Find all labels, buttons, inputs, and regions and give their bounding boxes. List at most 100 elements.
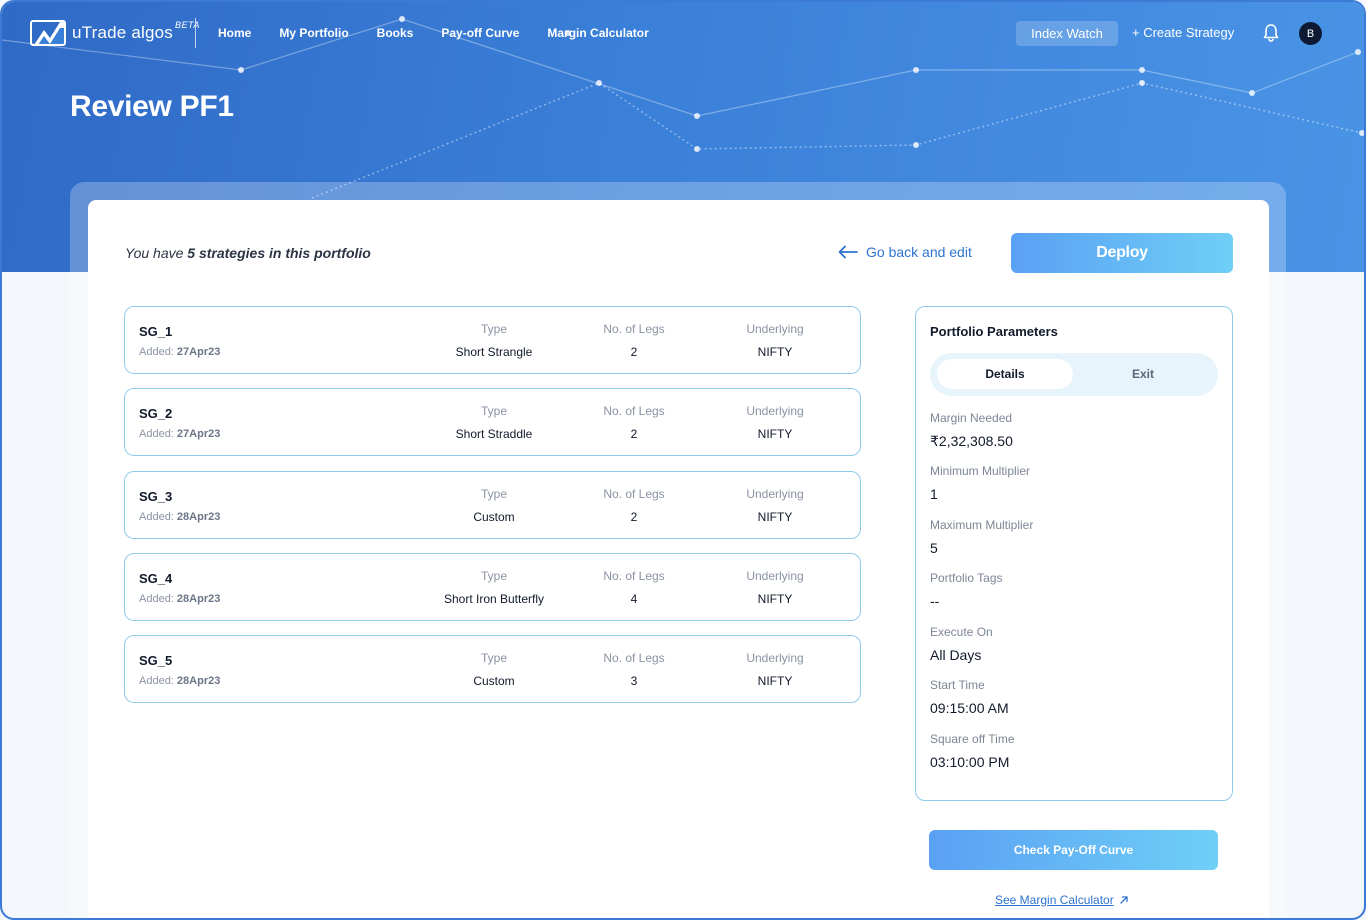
create-strategy-link[interactable]: + Create Strategy [1132, 25, 1234, 40]
legs-value: 4 [630, 592, 638, 606]
strategy-legs: No. of Legs 3 [583, 651, 685, 688]
nav-link-home[interactable]: Home [218, 26, 251, 40]
strategy-underlying: Underlying NIFTY [723, 651, 827, 688]
underlying-value: NIFTY [757, 427, 793, 441]
underlying-label: Underlying [746, 651, 804, 665]
check-payoff-curve-button[interactable]: Check Pay-Off Curve [929, 830, 1218, 870]
legs-label: No. of Legs [603, 404, 665, 418]
param-margin-needed: Margin Needed ₹2,32,308.50 [930, 411, 1013, 450]
nav-link-margin-calculator[interactable]: Margin Calculator [547, 26, 648, 40]
underlying-value: NIFTY [757, 674, 793, 688]
strategy-name: SG_4 [139, 571, 173, 586]
param-value: 09:15:00 AM [930, 700, 1009, 716]
type-value: Short Iron Butterfly [443, 592, 545, 606]
param-label: Margin Needed [930, 411, 1013, 425]
added-date: 28Apr23 [176, 675, 221, 687]
summary-prefix: You have [125, 245, 188, 261]
param-label: Square off Time [930, 732, 1015, 746]
legs-label: No. of Legs [603, 487, 665, 501]
tab-details[interactable]: Details [937, 359, 1073, 389]
review-card: You have 5 strategies in this portfolio … [88, 200, 1269, 918]
nav-links: Home My Portfolio Books Pay-off Curve Ma… [218, 26, 677, 40]
strategy-name: SG_5 [139, 653, 173, 668]
strategy-card[interactable]: SG_4 Added: 28Apr23 Type Short Iron Butte… [124, 553, 861, 621]
strategy-added-date: Added: 28Apr23 [139, 675, 220, 687]
strategy-underlying: Underlying NIFTY [723, 322, 827, 359]
strategy-underlying: Underlying NIFTY [723, 404, 827, 441]
logo-icon [30, 20, 66, 46]
legs-value: 2 [630, 510, 638, 524]
strategy-type: Type Short Iron Butterfly [429, 569, 559, 606]
strategy-summary: You have 5 strategies in this portfolio [125, 245, 371, 261]
strategy-name: SG_1 [139, 324, 173, 339]
tab-exit[interactable]: Exit [1075, 359, 1211, 389]
bell-icon[interactable] [1261, 23, 1281, 43]
brand-logo[interactable]: uTrade algos BETA [30, 20, 200, 46]
type-label: Type [480, 322, 507, 336]
legs-label: No. of Legs [603, 569, 665, 583]
added-prefix: Added: [139, 675, 177, 687]
strategy-legs: No. of Legs 2 [583, 404, 685, 441]
underlying-value: NIFTY [757, 510, 793, 524]
underlying-value: NIFTY [757, 592, 793, 606]
type-label: Type [480, 569, 507, 583]
underlying-value: NIFTY [757, 345, 793, 359]
go-back-edit-label: Go back and edit [866, 244, 972, 260]
param-value: All Days [930, 647, 982, 663]
param-minimum-multiplier: Minimum Multiplier 1 [930, 464, 1030, 502]
added-prefix: Added: [139, 511, 177, 523]
added-prefix: Added: [139, 346, 177, 358]
external-link-icon [1120, 896, 1128, 904]
type-label: Type [480, 487, 507, 501]
type-label: Type [480, 404, 507, 418]
nav-link-payoff-curve[interactable]: Pay-off Curve [441, 26, 519, 40]
param-label: Portfolio Tags [930, 571, 1003, 585]
strategy-underlying: Underlying NIFTY [723, 487, 827, 524]
strategy-legs: No. of Legs 2 [583, 322, 685, 359]
portfolio-parameters-panel: Portfolio Parameters Details Exit Margin… [915, 306, 1233, 801]
index-watch-button[interactable]: Index Watch [1016, 21, 1118, 46]
legs-label: No. of Legs [603, 322, 665, 336]
params-title: Portfolio Parameters [930, 324, 1058, 339]
type-value: Short Strangle [455, 345, 533, 359]
strategy-name: SG_2 [139, 406, 173, 421]
param-execute-on: Execute On All Days [930, 625, 993, 663]
added-date: 28Apr23 [176, 593, 221, 605]
strategy-card[interactable]: SG_2 Added: 27Apr23 Type Short Straddle N… [124, 388, 861, 456]
added-date: 28Apr23 [176, 511, 221, 523]
margin-calculator-label: See Margin Calculator [995, 893, 1114, 907]
logo-text: uTrade algos [72, 23, 173, 42]
added-prefix: Added: [139, 428, 177, 440]
margin-calculator-link[interactable]: See Margin Calculator [995, 893, 1130, 907]
strategy-name: SG_3 [139, 489, 173, 504]
strategy-underlying: Underlying NIFTY [723, 569, 827, 606]
summary-count: 5 strategies in this portfolio [187, 245, 371, 261]
param-maximum-multiplier: Maximum Multiplier 5 [930, 518, 1033, 556]
strategy-type: Type Short Straddle [429, 404, 559, 441]
strategy-type: Type Short Strangle [429, 322, 559, 359]
param-label: Start Time [930, 678, 985, 692]
nav-link-books[interactable]: Books [377, 26, 414, 40]
param-label: Minimum Multiplier [930, 464, 1031, 478]
strategy-card[interactable]: SG_5 Added: 28Apr23 Type Custom No. of Le… [124, 635, 861, 703]
strategy-legs: No. of Legs 4 [583, 569, 685, 606]
strategy-type: Type Custom [429, 487, 559, 524]
param-start-time: Start Time 09:15:00 AM [930, 678, 1009, 716]
type-label: Type [480, 651, 507, 665]
nav-link-my-portfolio[interactable]: My Portfolio [279, 26, 348, 40]
param-value: 5 [930, 540, 938, 556]
go-back-edit-link[interactable]: Go back and edit [838, 244, 972, 260]
type-value: Custom [473, 674, 515, 688]
type-value: Custom [473, 510, 515, 524]
underlying-label: Underlying [746, 569, 804, 583]
legs-value: 3 [630, 674, 638, 688]
deploy-button[interactable]: Deploy [1011, 233, 1233, 273]
page-title: Review PF1 [70, 90, 234, 123]
strategy-added-date: Added: 27Apr23 [139, 428, 220, 440]
legs-value: 2 [630, 427, 638, 441]
nav-divider [195, 18, 196, 48]
strategy-card[interactable]: SG_1 Added: 27Apr23 Type Short Strangle N… [124, 306, 861, 374]
user-avatar[interactable]: B [1299, 22, 1322, 45]
strategy-card[interactable]: SG_3 Added: 28Apr23 Type Custom No. of Le… [124, 471, 861, 539]
added-date: 27Apr23 [176, 428, 221, 440]
